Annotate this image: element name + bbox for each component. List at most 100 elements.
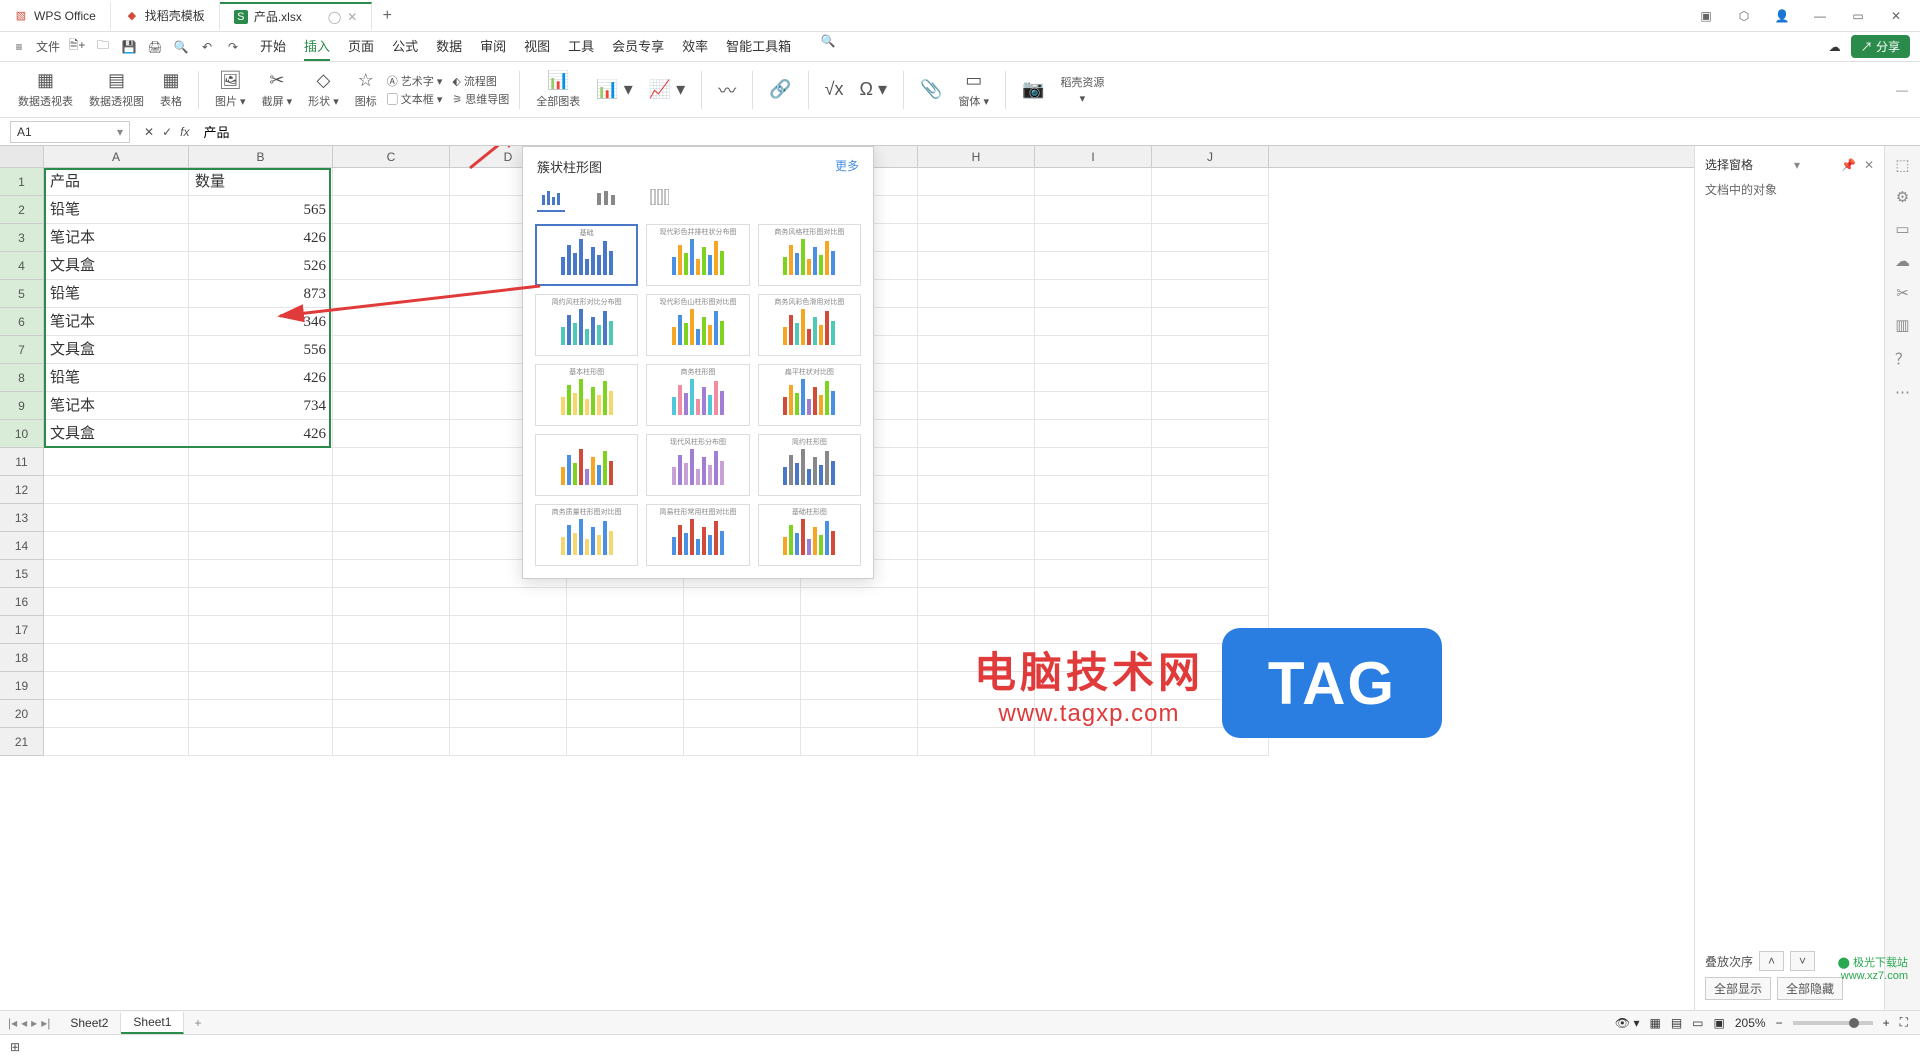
close-pane-icon[interactable]: ✕: [1864, 158, 1874, 172]
cell-I9[interactable]: [1035, 392, 1152, 420]
cell-J2[interactable]: [1152, 196, 1269, 224]
ribbon-screenshot[interactable]: ✂截屏 ▾: [256, 68, 299, 111]
cell-C11[interactable]: [333, 448, 450, 476]
accept-fx-icon[interactable]: ✓: [162, 125, 172, 139]
cell-H5[interactable]: [918, 280, 1035, 308]
cancel-fx-icon[interactable]: ✕: [144, 125, 154, 139]
ribbon-camera[interactable]: 📷: [1016, 77, 1050, 102]
cell-F16[interactable]: [684, 588, 801, 616]
chart-type-clustered-icon[interactable]: [537, 184, 565, 212]
cell-I11[interactable]: [1035, 448, 1152, 476]
cell-H8[interactable]: [918, 364, 1035, 392]
row-header-4[interactable]: 4: [0, 252, 44, 280]
hamburger-icon[interactable]: ≡: [10, 38, 28, 56]
row-header-2[interactable]: 2: [0, 196, 44, 224]
cell-A11[interactable]: [44, 448, 189, 476]
print-icon[interactable]: 🖨: [146, 38, 164, 56]
cell-C18[interactable]: [333, 644, 450, 672]
cell-H10[interactable]: [918, 420, 1035, 448]
pin-icon[interactable]: 📌: [1841, 158, 1856, 172]
preview-icon[interactable]: 🔍: [172, 38, 190, 56]
maximize-button[interactable]: ▭: [1844, 2, 1872, 30]
cell-F20[interactable]: [684, 700, 801, 728]
cell-C14[interactable]: [333, 532, 450, 560]
cell-C8[interactable]: [333, 364, 450, 392]
row-header-9[interactable]: 9: [0, 392, 44, 420]
cell-C19[interactable]: [333, 672, 450, 700]
cell-G17[interactable]: [801, 616, 918, 644]
cell-A5[interactable]: 铅笔: [44, 280, 189, 308]
minimize-button[interactable]: —: [1806, 2, 1834, 30]
cell-J12[interactable]: [1152, 476, 1269, 504]
cell-A8[interactable]: 铅笔: [44, 364, 189, 392]
cell-C5[interactable]: [333, 280, 450, 308]
cell-A15[interactable]: [44, 560, 189, 588]
ribbon-link[interactable]: 🔗: [763, 77, 797, 102]
cell-B1[interactable]: 数量: [189, 168, 333, 196]
chart-thumb-5[interactable]: 商务风彩色滑用对比图: [758, 294, 861, 356]
cell-I5[interactable]: [1035, 280, 1152, 308]
side-icon-5[interactable]: ▥: [1895, 316, 1909, 334]
chart-popup-more-link[interactable]: 更多: [835, 157, 859, 176]
cell-B14[interactable]: [189, 532, 333, 560]
cell-H15[interactable]: [918, 560, 1035, 588]
ribbon-image[interactable]: 🖼图片 ▾: [209, 68, 252, 111]
save-icon[interactable]: 💾: [120, 38, 138, 56]
row-header-5[interactable]: 5: [0, 280, 44, 308]
ribbon-flowchart[interactable]: ⬖ 流程图: [452, 73, 509, 89]
search-icon[interactable]: 🔍: [819, 32, 837, 50]
chart-thumb-1[interactable]: 现代彩色并排柱状分布图: [646, 224, 749, 286]
sheet-next-icon[interactable]: ▸: [31, 1016, 37, 1030]
app-tab-wps[interactable]: ▧ WPS Office: [0, 2, 111, 30]
cell-H13[interactable]: [918, 504, 1035, 532]
row-header-1[interactable]: 1: [0, 168, 44, 196]
row-header-15[interactable]: 15: [0, 560, 44, 588]
cell-D21[interactable]: [450, 728, 567, 756]
row-header-21[interactable]: 21: [0, 728, 44, 756]
cell-J14[interactable]: [1152, 532, 1269, 560]
cell-A20[interactable]: [44, 700, 189, 728]
chart-type-stacked-icon[interactable]: [591, 184, 619, 212]
chart-thumb-12[interactable]: 商务质量柱形图对比图: [535, 504, 638, 566]
chart-thumb-0[interactable]: 基础: [535, 224, 638, 286]
ribbon-column-chart-dropdown[interactable]: 📊 ▾: [590, 77, 638, 102]
cell-H7[interactable]: [918, 336, 1035, 364]
zoom-out-button[interactable]: −: [1776, 1016, 1783, 1030]
col-header-H[interactable]: H: [918, 146, 1035, 167]
cell-A16[interactable]: [44, 588, 189, 616]
row-header-14[interactable]: 14: [0, 532, 44, 560]
chart-thumb-3[interactable]: 简约风柱形对比分布图: [535, 294, 638, 356]
tab-page[interactable]: 页面: [348, 32, 374, 61]
app-tab-template[interactable]: ◆ 找稻壳模板: [111, 2, 220, 30]
ribbon-icons[interactable]: ☆图标: [349, 68, 383, 111]
cell-H3[interactable]: [918, 224, 1035, 252]
chevron-down-icon[interactable]: ▾: [117, 125, 123, 139]
tab-msg-icon[interactable]: ◯: [328, 10, 341, 24]
tab-efficiency[interactable]: 效率: [682, 32, 708, 61]
cell-J7[interactable]: [1152, 336, 1269, 364]
ribbon-sparkline[interactable]: 〰: [712, 75, 742, 105]
view-normal-icon[interactable]: ▤: [1671, 1016, 1682, 1030]
sheet-last-icon[interactable]: ▸|: [41, 1016, 50, 1030]
cell-B12[interactable]: [189, 476, 333, 504]
cell-I8[interactable]: [1035, 364, 1152, 392]
cell-E17[interactable]: [567, 616, 684, 644]
cell-B15[interactable]: [189, 560, 333, 588]
side-icon-3[interactable]: ☁: [1895, 252, 1910, 270]
formula-input[interactable]: [197, 124, 497, 139]
col-header-C[interactable]: C: [333, 146, 450, 167]
ribbon-shapes[interactable]: ◇形状 ▾: [302, 68, 345, 111]
side-icon-4[interactable]: ✂: [1896, 284, 1909, 302]
move-down-button[interactable]: ˅: [1790, 951, 1815, 971]
cell-C7[interactable]: [333, 336, 450, 364]
cell-G16[interactable]: [801, 588, 918, 616]
cell-J5[interactable]: [1152, 280, 1269, 308]
avatar-icon[interactable]: 👤: [1768, 2, 1796, 30]
cell-I13[interactable]: [1035, 504, 1152, 532]
ribbon-all-charts[interactable]: 📊全部图表: [530, 68, 586, 111]
ribbon-form[interactable]: ▭窗体 ▾: [952, 68, 995, 111]
app-tab-file[interactable]: S 产品.xlsx ◯ ✕: [220, 2, 373, 30]
cell-E16[interactable]: [567, 588, 684, 616]
cell-B16[interactable]: [189, 588, 333, 616]
row-header-6[interactable]: 6: [0, 308, 44, 336]
